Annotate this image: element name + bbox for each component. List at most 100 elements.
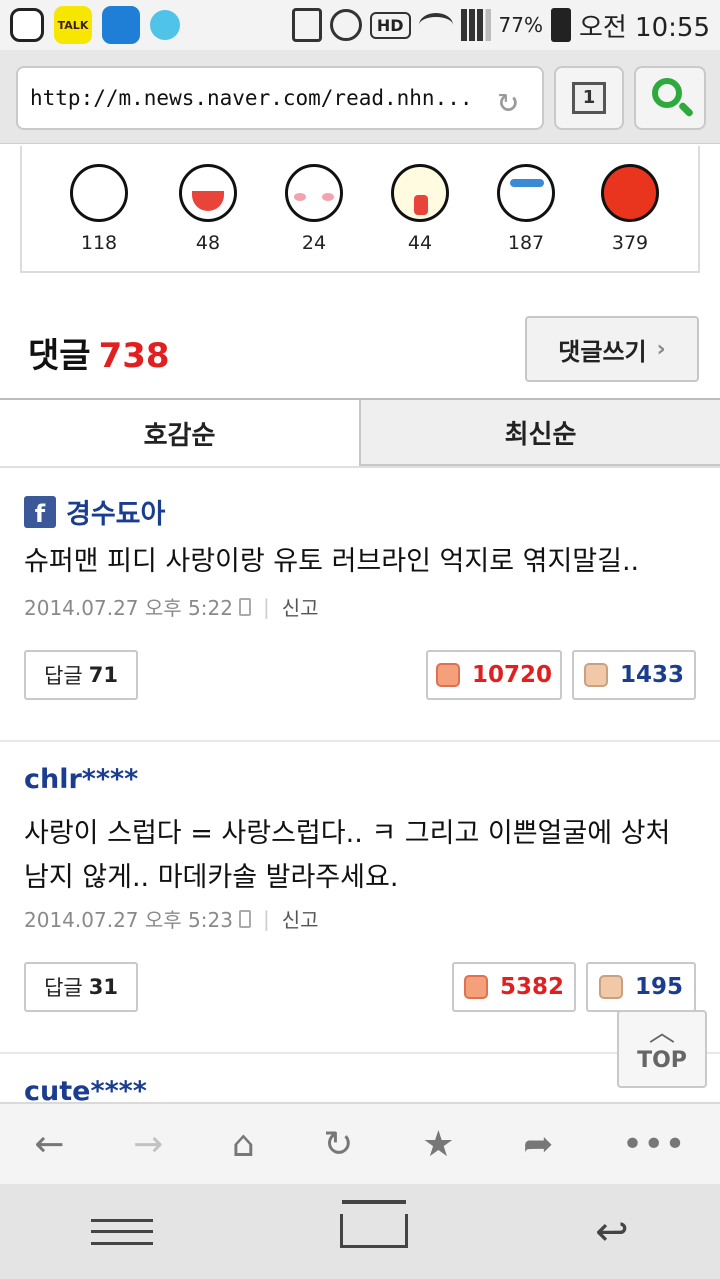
chevron-up-icon: ︿	[648, 1018, 675, 1048]
comment-date: 2014.07.27 오후 5:23	[24, 908, 233, 932]
olleh-app-icon	[10, 8, 44, 42]
chat-bubble-icon	[150, 10, 180, 40]
write-comment-button[interactable]: 댓글쓰기 ›	[525, 316, 699, 382]
reaction-count: 187	[507, 232, 545, 254]
top-label: TOP	[637, 1048, 687, 1073]
comment-author[interactable]: cute****	[24, 1076, 147, 1102]
sort-tabs: 호감순 최신순	[0, 398, 720, 468]
comment-meta: 2014.07.27 오후 5:22 | 신고	[24, 592, 319, 621]
url-text[interactable]: http://m.news.naver.com/read.nhn...	[30, 86, 473, 110]
reaction-shy[interactable]: 24	[274, 164, 354, 254]
tabs-icon: 1	[572, 82, 606, 114]
refresh-icon[interactable]: ↻	[323, 1124, 353, 1165]
dislike-button[interactable]: 1433	[572, 650, 696, 700]
clock: 오전 10:55	[578, 12, 710, 43]
reaction-count: 24	[301, 232, 327, 254]
comment-item: f 경수됴아 슈퍼맨 피디 사랑이랑 유토 러브라인 억지로 엮지말길.. 20…	[0, 470, 720, 742]
reload-icon[interactable]: ↻	[488, 80, 528, 120]
reply-label: 답글	[44, 976, 83, 1000]
back-icon[interactable]: ↩	[595, 1209, 629, 1255]
battery-icon	[550, 8, 571, 42]
bookmark-star-icon[interactable]: ★	[422, 1124, 454, 1165]
reply-count: 71	[88, 663, 118, 687]
reply-label: 답글	[44, 664, 83, 688]
reaction-count: 118	[80, 232, 118, 254]
search-icon	[652, 78, 682, 108]
write-comment-label: 댓글쓰기	[558, 337, 647, 366]
comments-header: 댓글 738 댓글쓰기 ›	[0, 300, 720, 398]
divider: |	[262, 906, 270, 931]
vibrate-icon	[291, 8, 322, 42]
author-name[interactable]: chlr****	[24, 764, 138, 795]
dislike-count: 1433	[619, 662, 684, 688]
forward-arrow-icon[interactable]: →	[133, 1124, 163, 1165]
search-icon-handle	[677, 101, 695, 118]
divider: |	[262, 594, 270, 619]
scroll-top-button[interactable]: ︿ TOP	[617, 1010, 707, 1088]
comment-text: 슈퍼맨 피디 사랑이랑 유토 러브라인 억지로 엮지말길..	[24, 546, 640, 577]
cry-face-icon	[497, 164, 555, 222]
wifi-icon	[418, 13, 453, 37]
author-name[interactable]: cute****	[24, 1076, 147, 1102]
reaction-shock[interactable]: 44	[380, 164, 460, 254]
chevron-right-icon: ›	[656, 336, 666, 362]
reaction-laugh[interactable]: 48	[168, 164, 248, 254]
reaction-panel: 118 48 24 44 187 379	[20, 146, 700, 273]
angry-face-icon	[601, 164, 659, 222]
back-arrow-icon[interactable]: ←	[34, 1124, 64, 1165]
reply-count: 31	[88, 975, 118, 999]
system-nav-bar: ↩	[0, 1184, 720, 1279]
comment-author[interactable]: chlr****	[24, 764, 138, 795]
share-icon[interactable]: ➦	[523, 1124, 553, 1165]
comment-meta: 2014.07.27 오후 5:23 | 신고	[24, 904, 319, 933]
laugh-face-icon	[179, 164, 237, 222]
tab-count: 1	[582, 87, 596, 108]
app-notification-icon	[102, 6, 140, 44]
home-button[interactable]	[336, 1199, 412, 1250]
search-button[interactable]	[634, 66, 706, 130]
signal-icon	[460, 9, 491, 41]
comment-date: 2014.07.27 오후 5:22	[24, 596, 233, 620]
reply-button[interactable]: 답글 31	[24, 962, 138, 1012]
battery-percent: 77%	[498, 13, 543, 37]
status-bar: TALK HD 77% 오전 10:55	[0, 0, 720, 50]
home-roof	[342, 1199, 407, 1204]
comment-author[interactable]: f 경수됴아	[24, 492, 165, 531]
like-count: 10720	[471, 662, 553, 688]
dislike-button[interactable]: 195	[586, 962, 696, 1012]
more-icon[interactable]: •••	[622, 1124, 686, 1165]
report-link[interactable]: 신고	[282, 904, 319, 933]
reaction-count: 379	[611, 232, 649, 254]
comments-label: 댓글	[28, 336, 91, 376]
url-field[interactable]: http://m.news.naver.com/read.nhn... ↻	[16, 66, 544, 130]
thumbs-down-icon	[598, 975, 623, 999]
tabs-button[interactable]: 1	[554, 66, 624, 130]
kakaotalk-app-icon: TALK	[54, 6, 92, 44]
menu-icon[interactable]	[91, 1218, 154, 1245]
browser-bottom-toolbar: ← → ⌂ ↻ ★ ➦ •••	[0, 1102, 720, 1184]
reaction-count: 48	[195, 232, 221, 254]
reaction-cry[interactable]: 187	[486, 164, 566, 254]
reaction-angry[interactable]: 379	[590, 164, 670, 254]
reaction-like[interactable]: 118	[59, 164, 139, 254]
tab-popular[interactable]: 호감순	[0, 400, 359, 466]
reply-button[interactable]: 답글 71	[24, 650, 138, 700]
comment-item: chlr**** 사랑이 스럽다 = 사랑스럽다.. ㅋ 그리고 이쁜얼굴에 상…	[0, 742, 720, 1054]
alarm-icon	[329, 9, 362, 41]
reaction-count: 44	[407, 232, 433, 254]
thumbs-up-icon	[463, 975, 488, 999]
author-name[interactable]: 경수됴아	[66, 492, 165, 531]
like-face-icon	[70, 164, 128, 222]
mobile-icon	[238, 909, 251, 928]
home-outline-icon	[340, 1213, 409, 1248]
facebook-icon: f	[24, 495, 56, 528]
like-button[interactable]: 10720	[426, 650, 562, 700]
like-button[interactable]: 5382	[452, 962, 576, 1012]
tab-latest[interactable]: 최신순	[359, 400, 720, 466]
browser-toolbar: http://m.news.naver.com/read.nhn... ↻ 1	[0, 50, 720, 144]
report-link[interactable]: 신고	[282, 592, 319, 621]
comment-text: 사랑이 스럽다 = 사랑스럽다.. ㅋ 그리고 이쁜얼굴에 상처남지 않게.. …	[24, 818, 671, 893]
like-count: 5382	[499, 974, 564, 1000]
hd-voice-icon: HD	[369, 11, 411, 39]
home-icon[interactable]: ⌂	[232, 1124, 255, 1165]
